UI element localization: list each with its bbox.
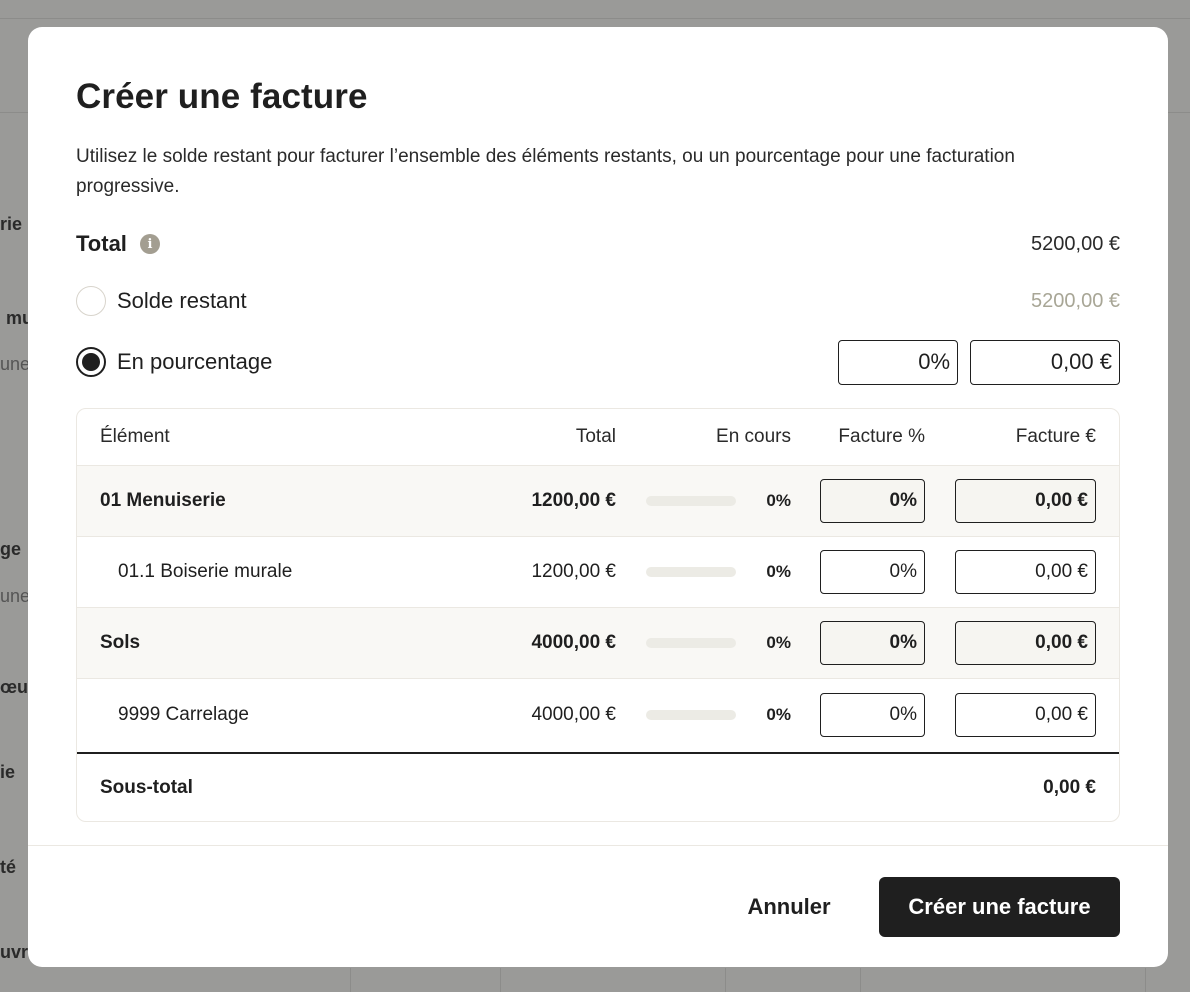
row-name: 9999 Carrelage — [118, 703, 249, 725]
row-total: 1200,00 € — [531, 561, 616, 582]
row-invoice-amount-input[interactable] — [955, 621, 1096, 665]
header-element: Élément — [100, 426, 170, 447]
row-total: 4000,00 € — [531, 632, 616, 653]
row-invoice-percent-input[interactable] — [820, 550, 925, 594]
bg-divider — [860, 968, 861, 992]
bg-divider — [500, 968, 501, 992]
table-row: 9999 Carrelage 4000,00 € 0% — [77, 679, 1119, 750]
table-header: Élément Total En cours Facture % Facture… — [77, 409, 1119, 466]
progress-bar — [646, 567, 736, 577]
progress-bar — [646, 496, 736, 506]
row-progress: 0% — [766, 491, 791, 510]
global-amount-input[interactable] — [970, 339, 1120, 385]
row-progress: 0% — [766, 704, 791, 724]
invoice-items-table: Élément Total En cours Facture % Facture… — [76, 408, 1120, 822]
remaining-balance-radio[interactable] — [76, 286, 106, 316]
header-total: Total — [575, 426, 616, 447]
table-row: 01 Menuiserie 1200,00 € 0% — [77, 466, 1119, 537]
subtotal-value: 0,00 € — [1043, 777, 1096, 798]
row-invoice-percent-input[interactable] — [820, 692, 925, 737]
dialog-title: Créer une facture — [76, 77, 368, 116]
remaining-balance-value: 5200,00 € — [1031, 289, 1120, 312]
table-row: Sols 4000,00 € 0% — [77, 608, 1119, 679]
subtotal-row: Sous-total 0,00 € — [77, 754, 1119, 821]
row-name: Sols — [100, 632, 141, 653]
row-invoice-percent-input[interactable] — [820, 621, 925, 665]
progress-bar — [646, 638, 736, 648]
footer-divider — [28, 845, 1168, 846]
info-icon[interactable]: i — [139, 234, 160, 254]
bg-text: rie — [0, 214, 23, 234]
row-name: 01 Menuiserie — [100, 490, 226, 511]
bg-divider — [725, 968, 726, 992]
global-percent-input[interactable] — [838, 339, 958, 385]
table-row: 01.1 Boiserie murale 1200,00 € 0% — [77, 537, 1119, 608]
remaining-balance-option[interactable]: Solde restant 5200,00 € — [76, 285, 1120, 317]
bg-text: œu — [0, 677, 28, 697]
row-invoice-amount-input[interactable] — [955, 550, 1096, 594]
subtotal-label: Sous-total — [100, 777, 193, 798]
total-row: Total i 5200,00 € — [76, 227, 1120, 261]
create-invoice-button[interactable]: Créer une facture — [879, 877, 1120, 937]
total-label: Total — [76, 231, 127, 256]
row-name: 01.1 Boiserie murale — [118, 561, 293, 582]
bg-text: ie — [0, 762, 16, 782]
percentage-option[interactable]: En pourcentage — [76, 339, 1120, 385]
bg-text: ge — [0, 539, 22, 559]
row-invoice-amount-input[interactable] — [955, 479, 1096, 523]
bg-text: une — [0, 354, 31, 374]
create-invoice-dialog: Créer une facture Utilisez le solde rest… — [28, 27, 1168, 967]
row-progress: 0% — [766, 633, 791, 652]
row-invoice-amount-input[interactable] — [955, 692, 1096, 737]
header-invoice-pct: Facture % — [838, 426, 925, 447]
percentage-radio[interactable] — [76, 347, 106, 377]
bg-divider — [1145, 968, 1146, 992]
remaining-balance-label[interactable]: Solde restant — [117, 288, 247, 314]
percentage-label[interactable]: En pourcentage — [117, 349, 272, 375]
bg-text: té — [0, 857, 17, 877]
header-invoice-eur: Facture € — [1015, 426, 1096, 447]
bg-text: une — [0, 586, 31, 606]
bg-divider — [350, 968, 351, 992]
row-progress: 0% — [766, 562, 791, 581]
dialog-description: Utilisez le solde restant pour facturer … — [76, 146, 1015, 197]
row-total: 4000,00 € — [531, 703, 616, 725]
total-value: 5200,00 € — [1031, 232, 1120, 255]
cancel-button[interactable]: Annuler — [729, 877, 849, 937]
bg-divider — [0, 18, 1190, 19]
row-invoice-percent-input[interactable] — [820, 479, 925, 523]
header-in-progress: En cours — [716, 426, 791, 447]
progress-bar — [646, 709, 736, 720]
row-total: 1200,00 € — [531, 490, 616, 511]
